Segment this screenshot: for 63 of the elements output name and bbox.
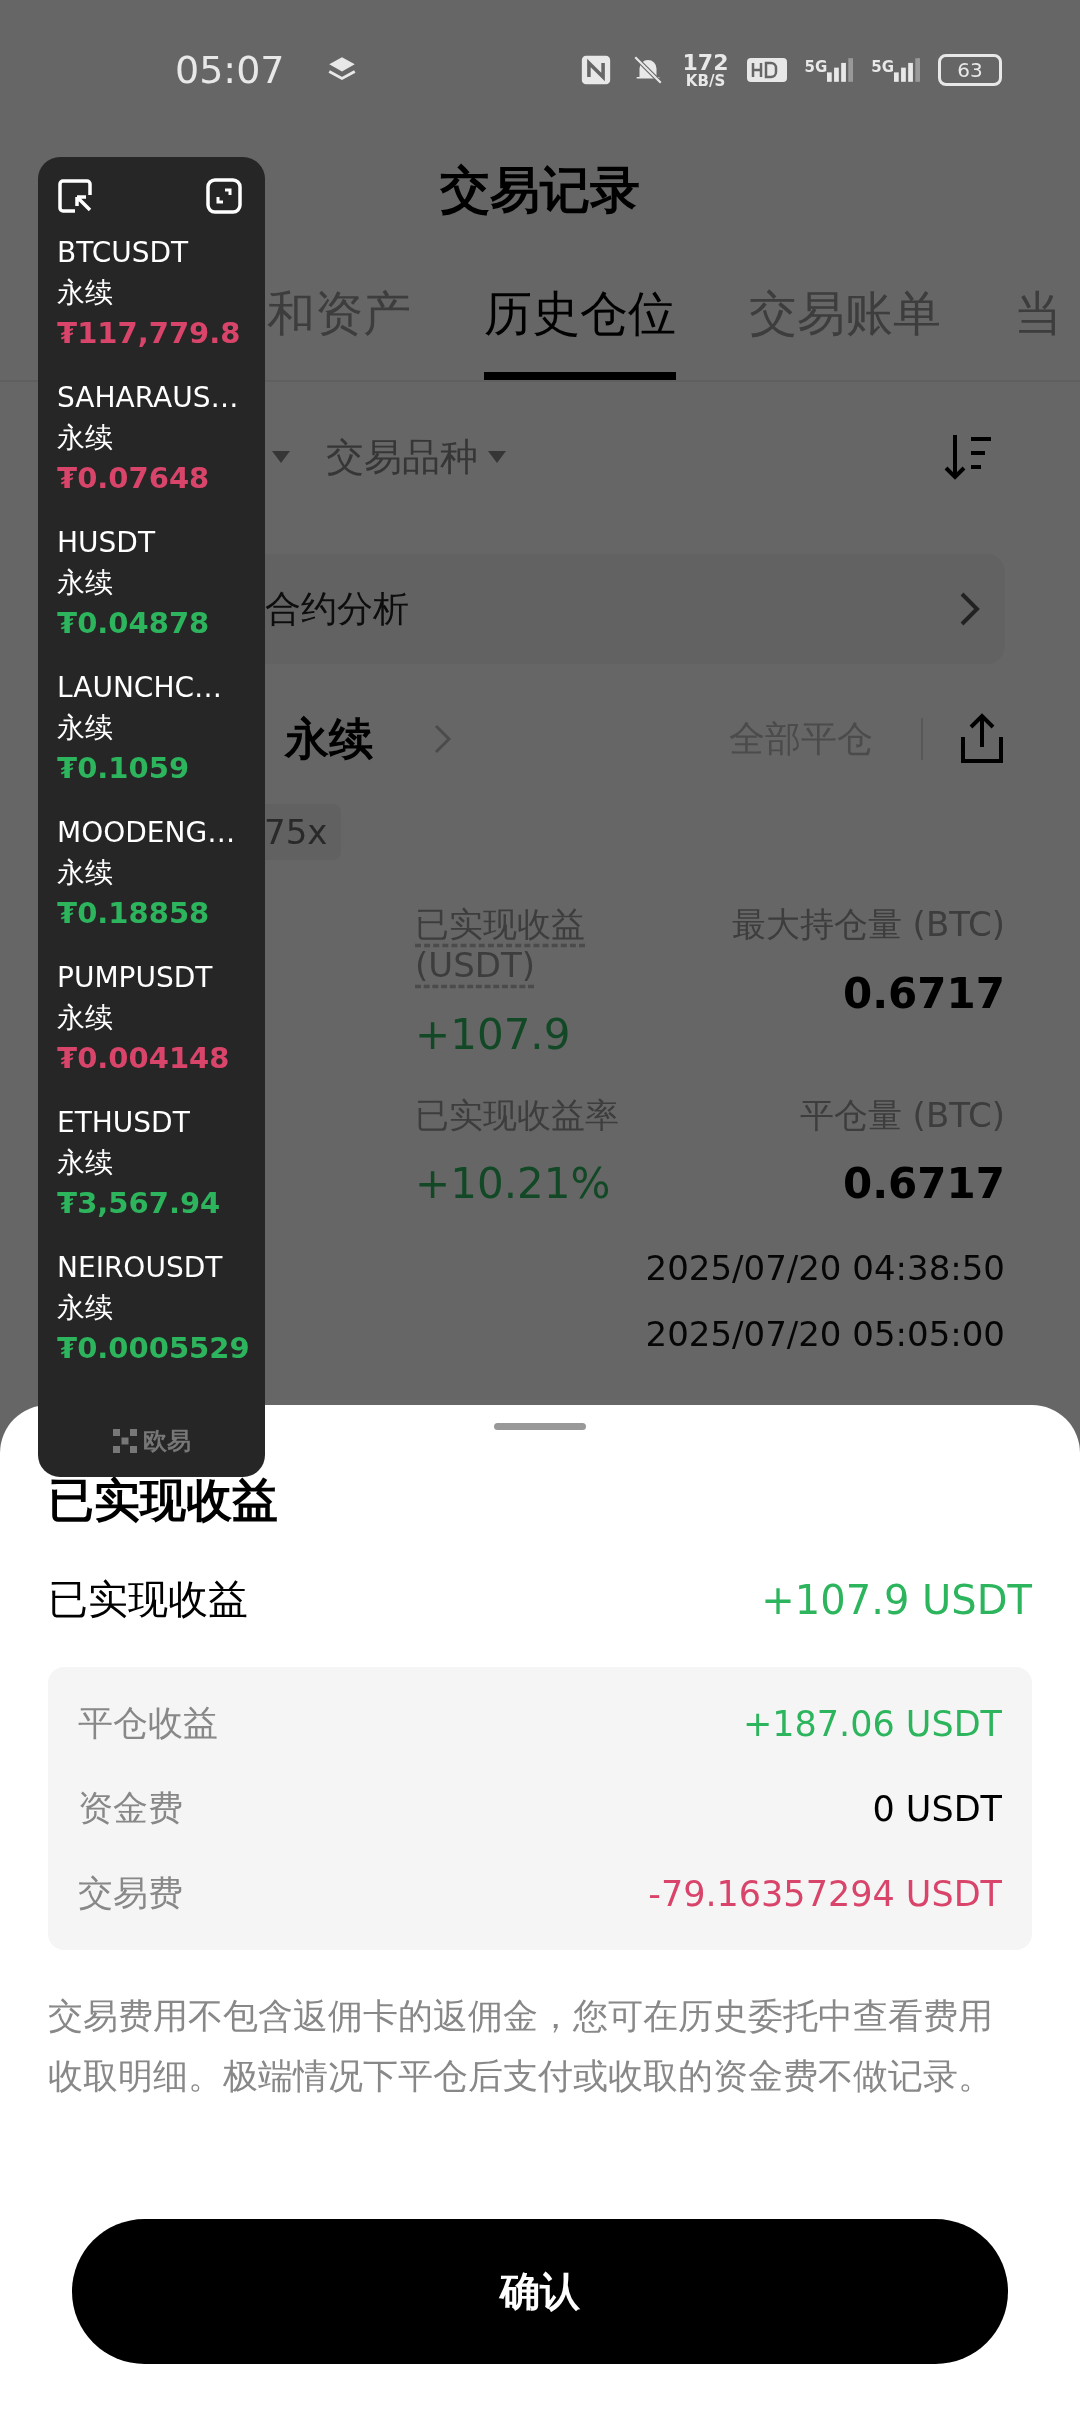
logo-icon bbox=[112, 1429, 137, 1453]
ticker-symbol[interactable]: BTCUSDT bbox=[57, 233, 265, 273]
contract-type: 永续 bbox=[57, 1000, 114, 1036]
stat-value: 0.6717 bbox=[842, 968, 1005, 1018]
ticker-price: ₮0.0005529 bbox=[57, 1330, 251, 1367]
network-speed: 172 bbox=[682, 51, 729, 74]
breakdown-label: 资金费 bbox=[78, 1787, 183, 1830]
network-type: 5G bbox=[804, 58, 828, 76]
breakdown-label: 平仓收益 bbox=[78, 1702, 218, 1745]
stat-value: 0.6717 bbox=[842, 1159, 1005, 1209]
contract-type: 永续 bbox=[57, 565, 114, 601]
breakdown-value: 0 USDT bbox=[872, 1788, 1002, 1829]
caret-icon[interactable] bbox=[488, 451, 506, 463]
speed-unit: KB/S bbox=[685, 73, 726, 89]
note-text: 交易费用不包含返佣卡的返佣金，您可在历史委托中查看费用收取明细。极端情况下平仓后支付或收取的资金费不做记录。 bbox=[48, 1995, 994, 2098]
contract-type: 永续 bbox=[57, 275, 114, 311]
ticker-symbol[interactable]: LAUNCHC… bbox=[57, 668, 265, 708]
ticker-price: ₮117,779.8 bbox=[57, 315, 242, 352]
stat-value: +107.9 bbox=[415, 1009, 572, 1059]
drag-handle[interactable] bbox=[494, 1423, 586, 1430]
resize-icon[interactable] bbox=[205, 177, 243, 215]
signal-icon bbox=[894, 58, 920, 82]
status-time: 05:07 bbox=[175, 48, 285, 92]
breakdown-value: +187.06 USDT bbox=[742, 1703, 1002, 1744]
breakdown-value: -79.16357294 USDT bbox=[648, 1873, 1002, 1914]
ticker-symbol[interactable]: NEIROUSDT bbox=[57, 1248, 265, 1288]
sheet-title: 已实现收益 bbox=[48, 1472, 279, 1529]
hd-icon bbox=[746, 58, 787, 82]
ticker-symbol[interactable]: ETHUSDT bbox=[57, 1103, 265, 1143]
ticker-price: ₮3,567.94 bbox=[57, 1185, 222, 1222]
contract-type: 永续 bbox=[57, 1145, 114, 1181]
timestamp: 2025/07/20 05:05:00 bbox=[645, 1314, 1005, 1355]
analysis-label: 合约分析 bbox=[265, 586, 409, 631]
stat-value: +10.21% bbox=[415, 1159, 612, 1209]
contract-type: 永续 bbox=[57, 1290, 114, 1326]
position-name[interactable]: 永续 bbox=[285, 709, 373, 769]
contract-type: 永续 bbox=[57, 855, 114, 891]
chevron-right-icon bbox=[433, 723, 453, 755]
breakdown-label: 交易费 bbox=[78, 1872, 183, 1915]
ticker-price: ₮0.18858 bbox=[57, 895, 211, 932]
tab[interactable]: 历史仓位 bbox=[484, 258, 676, 380]
signal-icon bbox=[827, 58, 854, 82]
ticker-symbol[interactable]: PUMPUSDT bbox=[57, 958, 265, 998]
ticker-price: ₮0.04878 bbox=[57, 605, 211, 642]
ticker-price: ₮0.1059 bbox=[57, 750, 191, 787]
contract-type: 永续 bbox=[57, 420, 114, 456]
ticker-symbol[interactable]: SAHARAUS… bbox=[57, 378, 265, 418]
contract-type: 永续 bbox=[57, 710, 114, 746]
brand-name: 欧易 bbox=[142, 1426, 191, 1457]
confirm-button[interactable]: 确认 bbox=[72, 2219, 1008, 2364]
page-title: 交易记录 bbox=[440, 160, 640, 221]
ticker-symbol[interactable]: HUSDT bbox=[57, 523, 265, 563]
chevron-right-icon bbox=[959, 591, 981, 627]
timestamp: 2025/07/20 04:38:50 bbox=[645, 1248, 1005, 1289]
battery-level: 63 bbox=[938, 54, 1002, 86]
total-value: +107.9 USDT bbox=[761, 1576, 1032, 1623]
total-label: 已实现收益 bbox=[48, 1575, 248, 1624]
ticker-price: ₮0.004148 bbox=[57, 1040, 231, 1077]
minimize-icon[interactable] bbox=[57, 177, 95, 215]
caret-icon[interactable] bbox=[272, 451, 290, 463]
share-icon[interactable] bbox=[959, 713, 1005, 765]
ticker-price: ₮0.07648 bbox=[57, 460, 211, 497]
network-type: 5G bbox=[871, 58, 894, 76]
